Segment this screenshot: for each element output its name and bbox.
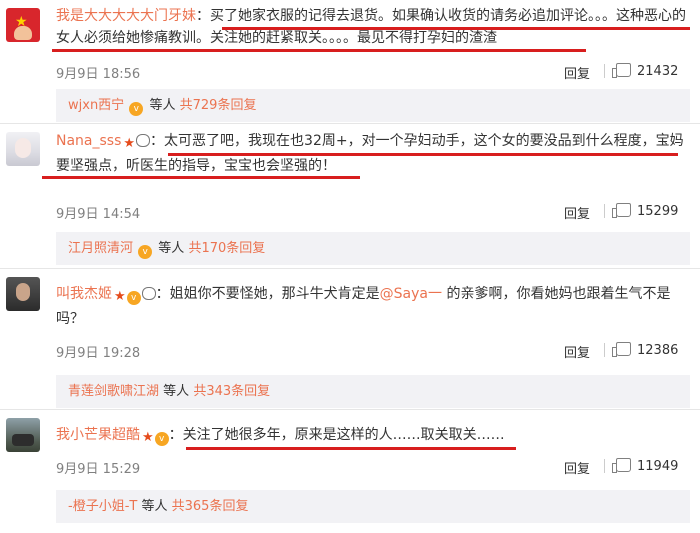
comment-date: 9月9日 18:56 xyxy=(56,67,141,82)
like-button[interactable]: 15299 xyxy=(612,203,679,219)
avatar[interactable] xyxy=(6,132,40,166)
highlight-underline xyxy=(42,176,360,179)
reply-count-link[interactable]: 共365条回复 xyxy=(172,499,249,514)
thumbs-up-icon xyxy=(612,63,631,78)
vip-badge-icon: v xyxy=(126,291,141,305)
comment-date: 9月9日 14:54 xyxy=(56,207,141,222)
reply-count-link[interactable]: 共343条回复 xyxy=(193,384,270,399)
highlight-underline xyxy=(186,447,516,450)
reply-preview-name[interactable]: wjxn西宁 xyxy=(68,98,124,113)
emoji-icon xyxy=(141,287,156,300)
star-badge-icon: ★ xyxy=(114,289,126,304)
reply-preview-suffix: 等人 xyxy=(141,499,168,514)
reply-preview[interactable]: 江月照清河 v 等人 共170条回复 xyxy=(56,232,690,265)
meta-divider xyxy=(604,204,605,218)
like-count: 12386 xyxy=(637,343,679,358)
comment-date: 9月9日 15:29 xyxy=(56,462,141,477)
like-button[interactable]: 11949 xyxy=(612,458,679,474)
comment-username[interactable]: 叫我杰姬 xyxy=(56,286,112,302)
avatar[interactable]: ★ xyxy=(6,8,40,42)
comment-item: 我小芒果超酷 ★ v ：关注了她很多年，原来是这样的人……取关取关…… 9月9日 15… xyxy=(0,410,700,533)
reply-preview[interactable]: wjxn西宁 v 等人 共729条回复 xyxy=(56,89,690,122)
star-badge-icon: ★ xyxy=(142,430,154,445)
avatar-face xyxy=(14,26,32,40)
comment-text: 我小芒果超酷 ★ v ：关注了她很多年，原来是这样的人……取关取关…… xyxy=(56,424,690,449)
avatar[interactable] xyxy=(6,277,40,311)
like-count: 11949 xyxy=(637,459,679,474)
comment-separator: ： xyxy=(168,427,183,443)
highlight-underline xyxy=(52,49,586,52)
highlight-underline xyxy=(168,153,678,156)
avatar-face xyxy=(15,138,31,158)
like-count: 15299 xyxy=(637,204,679,219)
meta-divider xyxy=(604,64,605,78)
vip-badge-icon: v xyxy=(129,102,144,116)
avatar-face xyxy=(16,283,30,301)
comment-separator: ： xyxy=(196,8,210,24)
reply-preview-name[interactable]: 江月照清河 xyxy=(68,241,133,256)
thumbs-up-icon xyxy=(612,458,631,473)
reply-button[interactable]: 回复 xyxy=(564,203,590,222)
like-count: 21432 xyxy=(637,64,679,79)
thumbs-up-icon xyxy=(612,203,631,218)
reply-count-link[interactable]: 共729条回复 xyxy=(180,98,257,113)
meta-divider xyxy=(604,459,605,473)
comment-username[interactable]: 我小芒果超酷 xyxy=(56,427,140,443)
comment-item: ★ 我是大大大大大门牙妹：买了她家衣服的记得去退货。如果确认收货的请务必追加评论… xyxy=(0,0,700,124)
comment-separator: ： xyxy=(150,133,165,149)
comment-item: 叫我杰姬 ★ v ：姐姐你不要怪她，那斗牛犬肯定是@Saya一 的亲爹啊，你看她妈也跟… xyxy=(0,269,700,410)
reply-button[interactable]: 回复 xyxy=(564,342,590,361)
reply-count-link[interactable]: 共170条回复 xyxy=(188,241,265,256)
reply-preview-suffix: 等人 xyxy=(163,384,190,399)
vip-badge-icon: v xyxy=(138,245,153,259)
comment-text: 叫我杰姬 ★ v ：姐姐你不要怪她，那斗牛犬肯定是@Saya一 的亲爹啊，你看她妈也跟… xyxy=(56,283,690,330)
vip-badge-icon: v xyxy=(154,432,169,446)
comment-item: Nana_sss ★ ：太可恶了吧，我现在也32周+，对一个孕妇动手，这个女的要没品… xyxy=(0,124,700,269)
reply-preview[interactable]: 青莲剑歌啸江湖 等人 共343条回复 xyxy=(56,375,690,408)
reply-button[interactable]: 回复 xyxy=(564,63,590,82)
comment-body: 姐姐你不要怪她，那斗牛犬肯定是 xyxy=(169,286,380,302)
comment-username[interactable]: 我是大大大大大门牙妹 xyxy=(56,8,196,24)
avatar-face xyxy=(12,434,34,446)
like-button[interactable]: 21432 xyxy=(612,63,679,79)
comment-body: 关注了她很多年，原来是这样的人……取关取关…… xyxy=(182,427,505,443)
emoji-icon xyxy=(136,134,151,147)
thumbs-up-icon xyxy=(612,342,631,357)
comment-separator: ： xyxy=(155,286,170,302)
meta-divider xyxy=(604,343,605,357)
reply-preview-name[interactable]: -橙子小姐-T xyxy=(68,499,137,514)
mention-link[interactable]: @Saya一 xyxy=(380,286,442,302)
like-button[interactable]: 12386 xyxy=(612,342,679,358)
comment-date: 9月9日 19:28 xyxy=(56,346,141,361)
highlight-underline xyxy=(222,27,690,30)
reply-preview-name[interactable]: 青莲剑歌啸江湖 xyxy=(68,384,159,399)
star-badge-icon: ★ xyxy=(123,136,136,151)
reply-preview[interactable]: -橙子小姐-T 等人 共365条回复 xyxy=(56,490,690,523)
comment-username[interactable]: Nana_sss xyxy=(56,133,121,149)
reply-preview-suffix: 等人 xyxy=(158,241,185,256)
avatar[interactable] xyxy=(6,418,40,452)
reply-preview-suffix: 等人 xyxy=(149,98,176,113)
reply-button[interactable]: 回复 xyxy=(564,458,590,477)
